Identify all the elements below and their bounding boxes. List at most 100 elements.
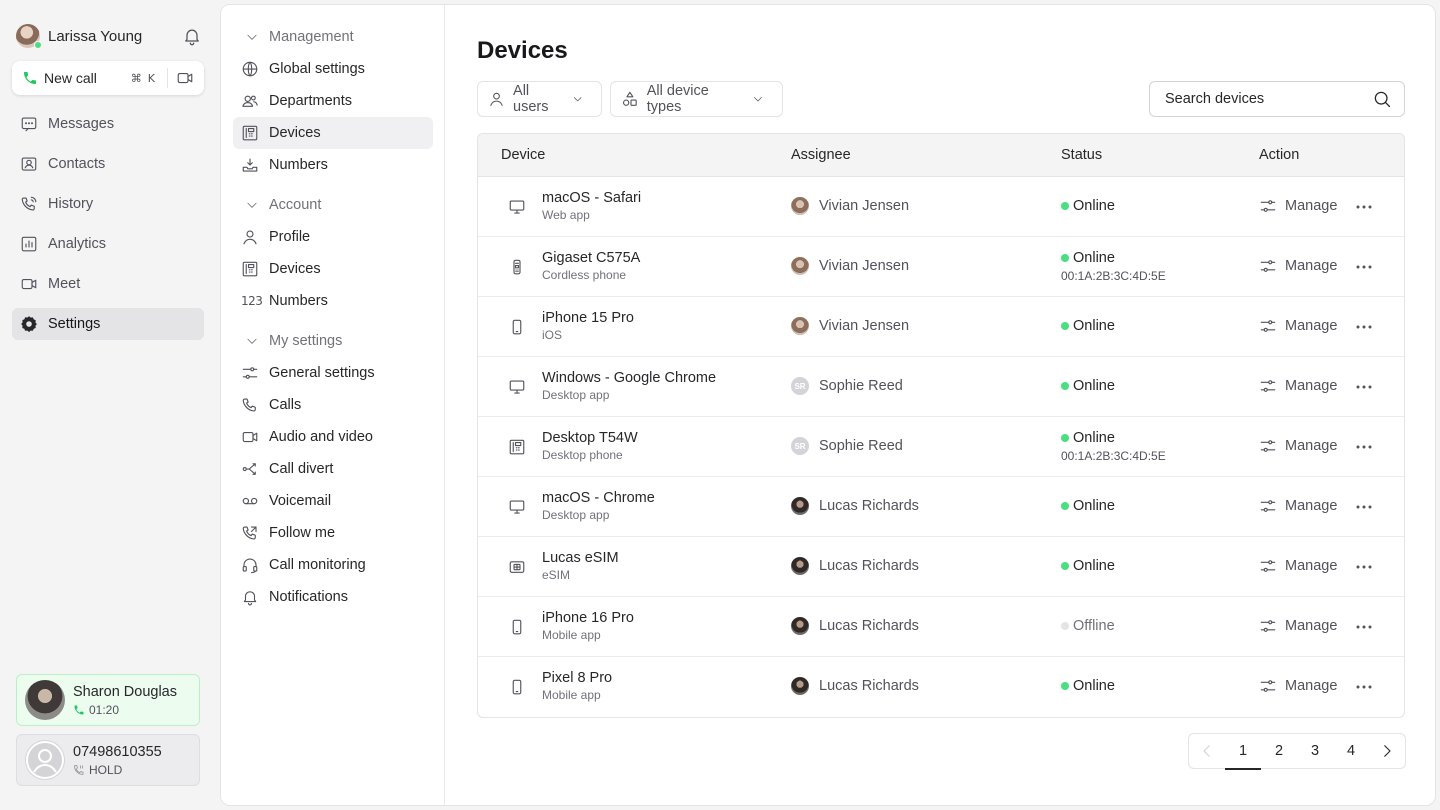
manage-button[interactable]: Manage — [1259, 677, 1337, 695]
assignee-name: Vivian Jensen — [819, 198, 910, 214]
section-account[interactable]: Account — [245, 195, 321, 215]
page-button[interactable]: 1 — [1225, 733, 1261, 770]
search-icon[interactable] — [1372, 89, 1392, 109]
page-button[interactable]: 4 — [1333, 733, 1369, 769]
more-options-icon[interactable] — [1356, 565, 1372, 569]
manage-button[interactable]: Manage — [1259, 557, 1337, 575]
table-row[interactable]: iPhone 15 Pro iOS Vivian Jensen Online M… — [478, 297, 1404, 357]
search-input[interactable] — [1165, 91, 1372, 107]
current-user[interactable]: Larissa Young — [16, 24, 202, 49]
subnav-label: Audio and video — [269, 429, 373, 445]
voicemail-icon — [242, 497, 258, 505]
manage-button[interactable]: Manage — [1259, 317, 1337, 335]
filter-label: All users — [513, 83, 549, 115]
sliders-icon — [1260, 500, 1276, 512]
subnav-audio-video[interactable]: Audio and video — [233, 421, 433, 453]
caller-name: Sharon Douglas — [73, 683, 177, 700]
column-header-status: Status — [1061, 147, 1103, 163]
status-dot — [1061, 382, 1069, 390]
table-row[interactable]: Desktop T54W Desktop phone SR Sophie Ree… — [478, 417, 1404, 477]
users-filter[interactable]: All users — [477, 81, 602, 117]
sliders-icon — [1260, 560, 1276, 572]
page-button[interactable]: 3 — [1297, 733, 1333, 769]
manage-button[interactable]: Manage — [1259, 497, 1337, 515]
more-options-icon[interactable] — [1356, 685, 1372, 689]
status-badge: Online — [1073, 558, 1115, 574]
prev-page-button[interactable] — [1189, 733, 1225, 769]
nav-item-analytics[interactable]: Analytics — [12, 228, 204, 260]
table-row[interactable]: macOS - Chrome Desktop app Lucas Richard… — [478, 477, 1404, 537]
new-call-button[interactable]: New call ⌘ K — [12, 61, 204, 95]
device-type: Desktop phone — [542, 448, 623, 462]
manage-button[interactable]: Manage — [1259, 257, 1337, 275]
subnav-call-monitoring[interactable]: Call monitoring — [233, 549, 433, 581]
bell-icon — [243, 591, 257, 606]
search-field[interactable] — [1149, 81, 1405, 117]
subnav-global-settings[interactable]: Global settings — [233, 53, 433, 85]
monitor-icon — [501, 369, 533, 405]
subnav-label: Notifications — [269, 589, 348, 605]
subnav-account-devices[interactable]: Devices — [233, 253, 433, 285]
more-options-icon[interactable] — [1356, 325, 1372, 329]
subnav-general-settings[interactable]: General settings — [233, 357, 433, 389]
devices-table: Device Assignee Status Action macOS - Sa… — [477, 133, 1405, 718]
call-status: HOLD — [89, 762, 123, 777]
subnav-departments[interactable]: Departments — [233, 85, 433, 117]
page-button[interactable]: 2 — [1261, 733, 1297, 769]
nav-item-contacts[interactable]: Contacts — [12, 148, 204, 180]
table-row[interactable]: Lucas eSIM eSIM Lucas Richards Online Ma… — [478, 537, 1404, 597]
device-name: macOS - Safari — [542, 190, 642, 206]
subnav-numbers[interactable]: Numbers — [233, 149, 433, 181]
section-management[interactable]: Management — [245, 27, 354, 47]
more-options-icon[interactable] — [1356, 385, 1372, 389]
nav-item-settings[interactable]: Settings — [12, 308, 204, 340]
bell-icon[interactable] — [182, 26, 202, 46]
manage-button[interactable]: Manage — [1259, 197, 1337, 215]
manage-button[interactable]: Manage — [1259, 437, 1337, 455]
nav-item-meet[interactable]: Meet — [12, 268, 204, 300]
caller-avatar — [25, 740, 65, 780]
avatar: SR — [791, 437, 809, 455]
more-options-icon[interactable] — [1356, 505, 1372, 509]
manage-label: Manage — [1285, 498, 1338, 514]
sliders-icon — [1260, 380, 1276, 392]
manage-button[interactable]: Manage — [1259, 617, 1337, 635]
nav-item-history[interactable]: History — [12, 188, 204, 220]
device-cell: Pixel 8 Pro Mobile app — [501, 669, 612, 705]
device-type: Mobile app — [542, 628, 601, 642]
sliders-icon — [1260, 680, 1276, 692]
subnav-notifications[interactable]: Notifications — [233, 581, 433, 613]
more-options-icon[interactable] — [1356, 625, 1372, 629]
table-row[interactable]: Gigaset C575A Cordless phone Vivian Jens… — [478, 237, 1404, 297]
section-my-settings[interactable]: My settings — [245, 331, 342, 351]
subnav-follow-me[interactable]: Follow me — [233, 517, 433, 549]
held-call-card[interactable]: 07498610355 HOLD — [16, 734, 200, 786]
subnav-devices[interactable]: Devices — [233, 117, 433, 149]
more-options-icon[interactable] — [1356, 205, 1372, 209]
status-dot — [1061, 502, 1069, 510]
video-call-icon[interactable] — [176, 69, 194, 87]
next-page-button[interactable] — [1369, 733, 1405, 769]
status-cell: Online 00:1A:2B:3C:4D:5E — [1061, 249, 1166, 283]
more-options-icon[interactable] — [1356, 445, 1372, 449]
users-icon — [242, 95, 258, 107]
assignee-name: Lucas Richards — [819, 618, 919, 634]
divider — [167, 68, 168, 88]
table-row[interactable]: Windows - Google Chrome Desktop app SR S… — [478, 357, 1404, 417]
nav-item-messages[interactable]: Messages — [12, 108, 204, 140]
manage-button[interactable]: Manage — [1259, 377, 1337, 395]
table-row[interactable]: macOS - Safari Web app Vivian Jensen Onl… — [478, 177, 1404, 237]
more-options-icon[interactable] — [1356, 265, 1372, 269]
chevron-down-icon — [573, 97, 581, 102]
active-call-card[interactable]: Sharon Douglas 01:20 — [16, 674, 200, 726]
subnav-label: Departments — [269, 93, 353, 109]
table-row[interactable]: Pixel 8 Pro Mobile app Lucas Richards On… — [478, 657, 1404, 717]
subnav-label: Follow me — [269, 525, 336, 541]
subnav-calls[interactable]: Calls — [233, 389, 433, 421]
table-row[interactable]: iPhone 16 Pro Mobile app Lucas Richards … — [478, 597, 1404, 657]
subnav-voicemail[interactable]: Voicemail — [233, 485, 433, 517]
subnav-call-divert[interactable]: Call divert — [233, 453, 433, 485]
subnav-account-numbers[interactable]: 123 Numbers — [233, 285, 433, 317]
subnav-profile[interactable]: Profile — [233, 221, 433, 253]
device-type-filter[interactable]: All device types — [610, 81, 783, 117]
